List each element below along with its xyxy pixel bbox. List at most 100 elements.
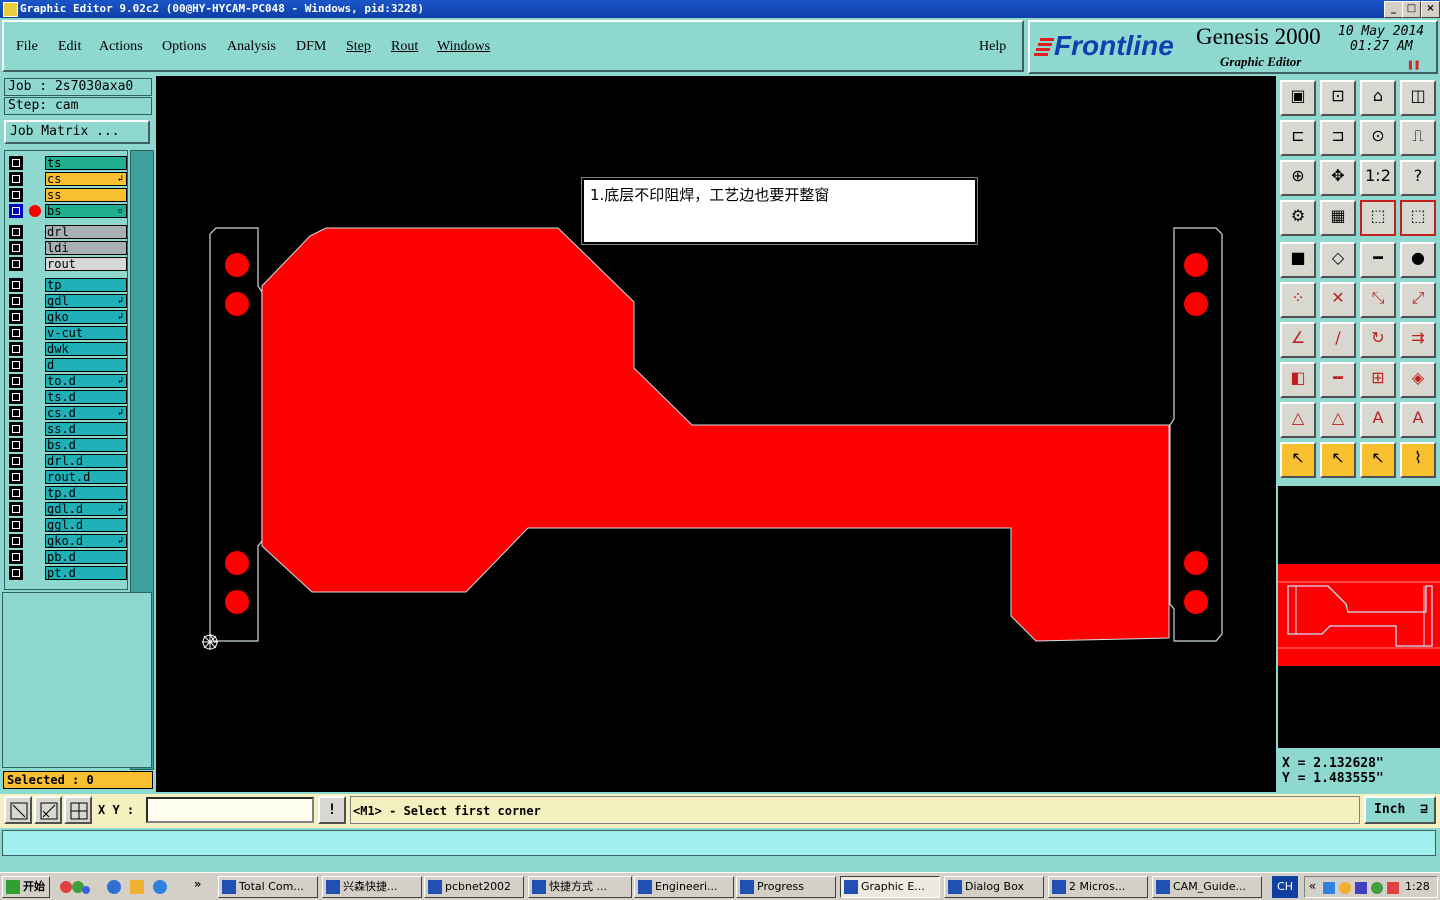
- help-button[interactable]: ?: [1400, 160, 1436, 196]
- layer-checkbox[interactable]: [9, 550, 23, 564]
- layer-checkbox[interactable]: [9, 406, 23, 420]
- snap-features-button[interactable]: ⬚: [1360, 200, 1396, 236]
- layer-checkbox[interactable]: [9, 566, 23, 580]
- layer-checkbox[interactable]: [9, 438, 23, 452]
- layer-row-ts[interactable]: ts: [9, 156, 127, 170]
- layer-checkbox[interactable]: [9, 326, 23, 340]
- zoom-area-button[interactable]: ⊙: [1360, 120, 1396, 156]
- menu-file[interactable]: File: [16, 39, 38, 55]
- menu-windows[interactable]: Windows: [437, 39, 490, 55]
- job-matrix-button[interactable]: Job Matrix ...: [4, 120, 150, 144]
- scale-1-2-button[interactable]: 1:2: [1360, 160, 1396, 196]
- layer-name[interactable]: ss: [45, 188, 127, 202]
- zoom-fit-button[interactable]: [4, 796, 32, 824]
- units-selector[interactable]: Inch ⊒: [1364, 796, 1436, 824]
- layer-name[interactable]: dwk: [45, 342, 127, 356]
- open-step-button[interactable]: ▣: [1280, 80, 1316, 116]
- layer-checkbox[interactable]: [9, 204, 23, 218]
- layer-checkbox[interactable]: [9, 422, 23, 436]
- layer-row-ss-d[interactable]: ss.d: [9, 422, 127, 436]
- layer-checkbox[interactable]: [9, 486, 23, 500]
- menu-analysis[interactable]: Analysis: [227, 39, 276, 55]
- layer-checkbox[interactable]: [9, 188, 23, 202]
- settings-button[interactable]: ⚙: [1280, 200, 1316, 236]
- layer-checkbox[interactable]: [9, 470, 23, 484]
- mirror-button[interactable]: ⇉: [1400, 322, 1436, 358]
- overview-map[interactable]: [1278, 486, 1440, 748]
- layer-name[interactable]: rout.d: [45, 470, 127, 484]
- layer-name[interactable]: ts.d: [45, 390, 127, 404]
- line-button[interactable]: ∠: [1280, 322, 1316, 358]
- layer-name[interactable]: gko ↲: [45, 310, 127, 324]
- annotation-note[interactable]: 1.底层不印阻焊，工艺边也要开整窗: [581, 177, 978, 245]
- taskbar-item[interactable]: Progress: [736, 876, 836, 898]
- layer-name[interactable]: v-cut: [45, 326, 127, 340]
- layer-checkbox[interactable]: [9, 342, 23, 356]
- layer-row-drl-d[interactable]: drl.d: [9, 454, 127, 468]
- layer-checkbox[interactable]: [9, 502, 23, 516]
- quicklaunch-icons[interactable]: [58, 878, 92, 896]
- layer-row-dwk[interactable]: dwk: [9, 342, 127, 356]
- menu-actions[interactable]: Actions: [99, 39, 143, 55]
- taskbar-item[interactable]: pcbnet2002: [424, 876, 524, 898]
- taskbar-item[interactable]: 快捷方式 ...: [528, 876, 632, 898]
- copy-button[interactable]: ⤢: [1400, 282, 1436, 318]
- arc-a-button[interactable]: △: [1280, 402, 1316, 438]
- taskbar-item[interactable]: Total Com...: [218, 876, 318, 898]
- layer-row-to-d[interactable]: to.d ↲: [9, 374, 127, 388]
- taskbar-item[interactable]: Engineeri...: [634, 876, 734, 898]
- layer-name[interactable]: gdl.d ↲: [45, 502, 127, 516]
- layer-row-tp[interactable]: tp: [9, 278, 127, 292]
- layer-row-pt-d[interactable]: pt.d: [9, 566, 127, 580]
- layer-checkbox[interactable]: [9, 454, 23, 468]
- layer-row-rout-d[interactable]: rout.d: [9, 470, 127, 484]
- grid-view-button[interactable]: ▦: [1320, 200, 1356, 236]
- zoom-in-button[interactable]: ⊏: [1280, 120, 1316, 156]
- layer-row-gko[interactable]: gko ↲: [9, 310, 127, 324]
- layer-name[interactable]: pb.d: [45, 550, 127, 564]
- graphic-canvas[interactable]: 1.底层不印阻焊，工艺边也要开整窗: [156, 76, 1276, 792]
- layer-name[interactable]: bs.d: [45, 438, 127, 452]
- menu-step[interactable]: Step: [346, 39, 371, 55]
- resize-button[interactable]: ⊞: [1360, 362, 1396, 398]
- contour-button[interactable]: ◈: [1400, 362, 1436, 398]
- arc-d-button[interactable]: A: [1400, 402, 1436, 438]
- minimize-button[interactable]: _: [1384, 1, 1403, 18]
- layer-name[interactable]: gdl ↲: [45, 294, 127, 308]
- taskbar-item[interactable]: Dialog Box: [944, 876, 1044, 898]
- layer-checkbox[interactable]: [9, 518, 23, 532]
- snap-button[interactable]: [34, 796, 62, 824]
- layer-row-gdl[interactable]: gdl ↲: [9, 294, 127, 308]
- transform-button[interactable]: ◧: [1280, 362, 1316, 398]
- layer-row-rout[interactable]: rout: [9, 257, 127, 271]
- zoom-out-button[interactable]: ⊐: [1320, 120, 1356, 156]
- layer-name[interactable]: ss.d: [45, 422, 127, 436]
- layer-checkbox[interactable]: [9, 374, 23, 388]
- move-button[interactable]: ⤡: [1360, 282, 1396, 318]
- taskbar-more-icon[interactable]: »: [194, 877, 201, 891]
- select-3-button[interactable]: ↖: [1360, 442, 1396, 478]
- xy-input[interactable]: [146, 797, 314, 823]
- layer-name[interactable]: pt.d: [45, 566, 127, 580]
- menu-rout[interactable]: Rout: [391, 39, 418, 55]
- maximize-button[interactable]: □: [1402, 1, 1421, 18]
- taskbar-item[interactable]: 兴森快捷...: [322, 876, 422, 898]
- slash-button[interactable]: /: [1320, 322, 1356, 358]
- layer-checkbox[interactable]: [9, 156, 23, 170]
- layer-row-pb-d[interactable]: pb.d: [9, 550, 127, 564]
- home-button[interactable]: ⌂: [1360, 80, 1396, 116]
- polygon-button[interactable]: ◇: [1320, 242, 1356, 278]
- select-button[interactable]: ↖: [1280, 442, 1316, 478]
- menu-edit[interactable]: Edit: [58, 39, 81, 55]
- taskbar-item[interactable]: Graphic E...: [840, 876, 940, 898]
- arc-b-button[interactable]: △: [1320, 402, 1356, 438]
- layer-checkbox[interactable]: [9, 241, 23, 255]
- layer-row-cs-d[interactable]: cs.d ↲: [9, 406, 127, 420]
- layer-checkbox[interactable]: [9, 257, 23, 271]
- layer-row-bs-d[interactable]: bs.d: [9, 438, 127, 452]
- layer-checkbox[interactable]: [9, 294, 23, 308]
- layer-row-ggl-d[interactable]: ggl.d: [9, 518, 127, 532]
- layer-name[interactable]: ts: [45, 156, 127, 170]
- layer-row-ldi[interactable]: ldi: [9, 241, 127, 255]
- layer-checkbox[interactable]: [9, 358, 23, 372]
